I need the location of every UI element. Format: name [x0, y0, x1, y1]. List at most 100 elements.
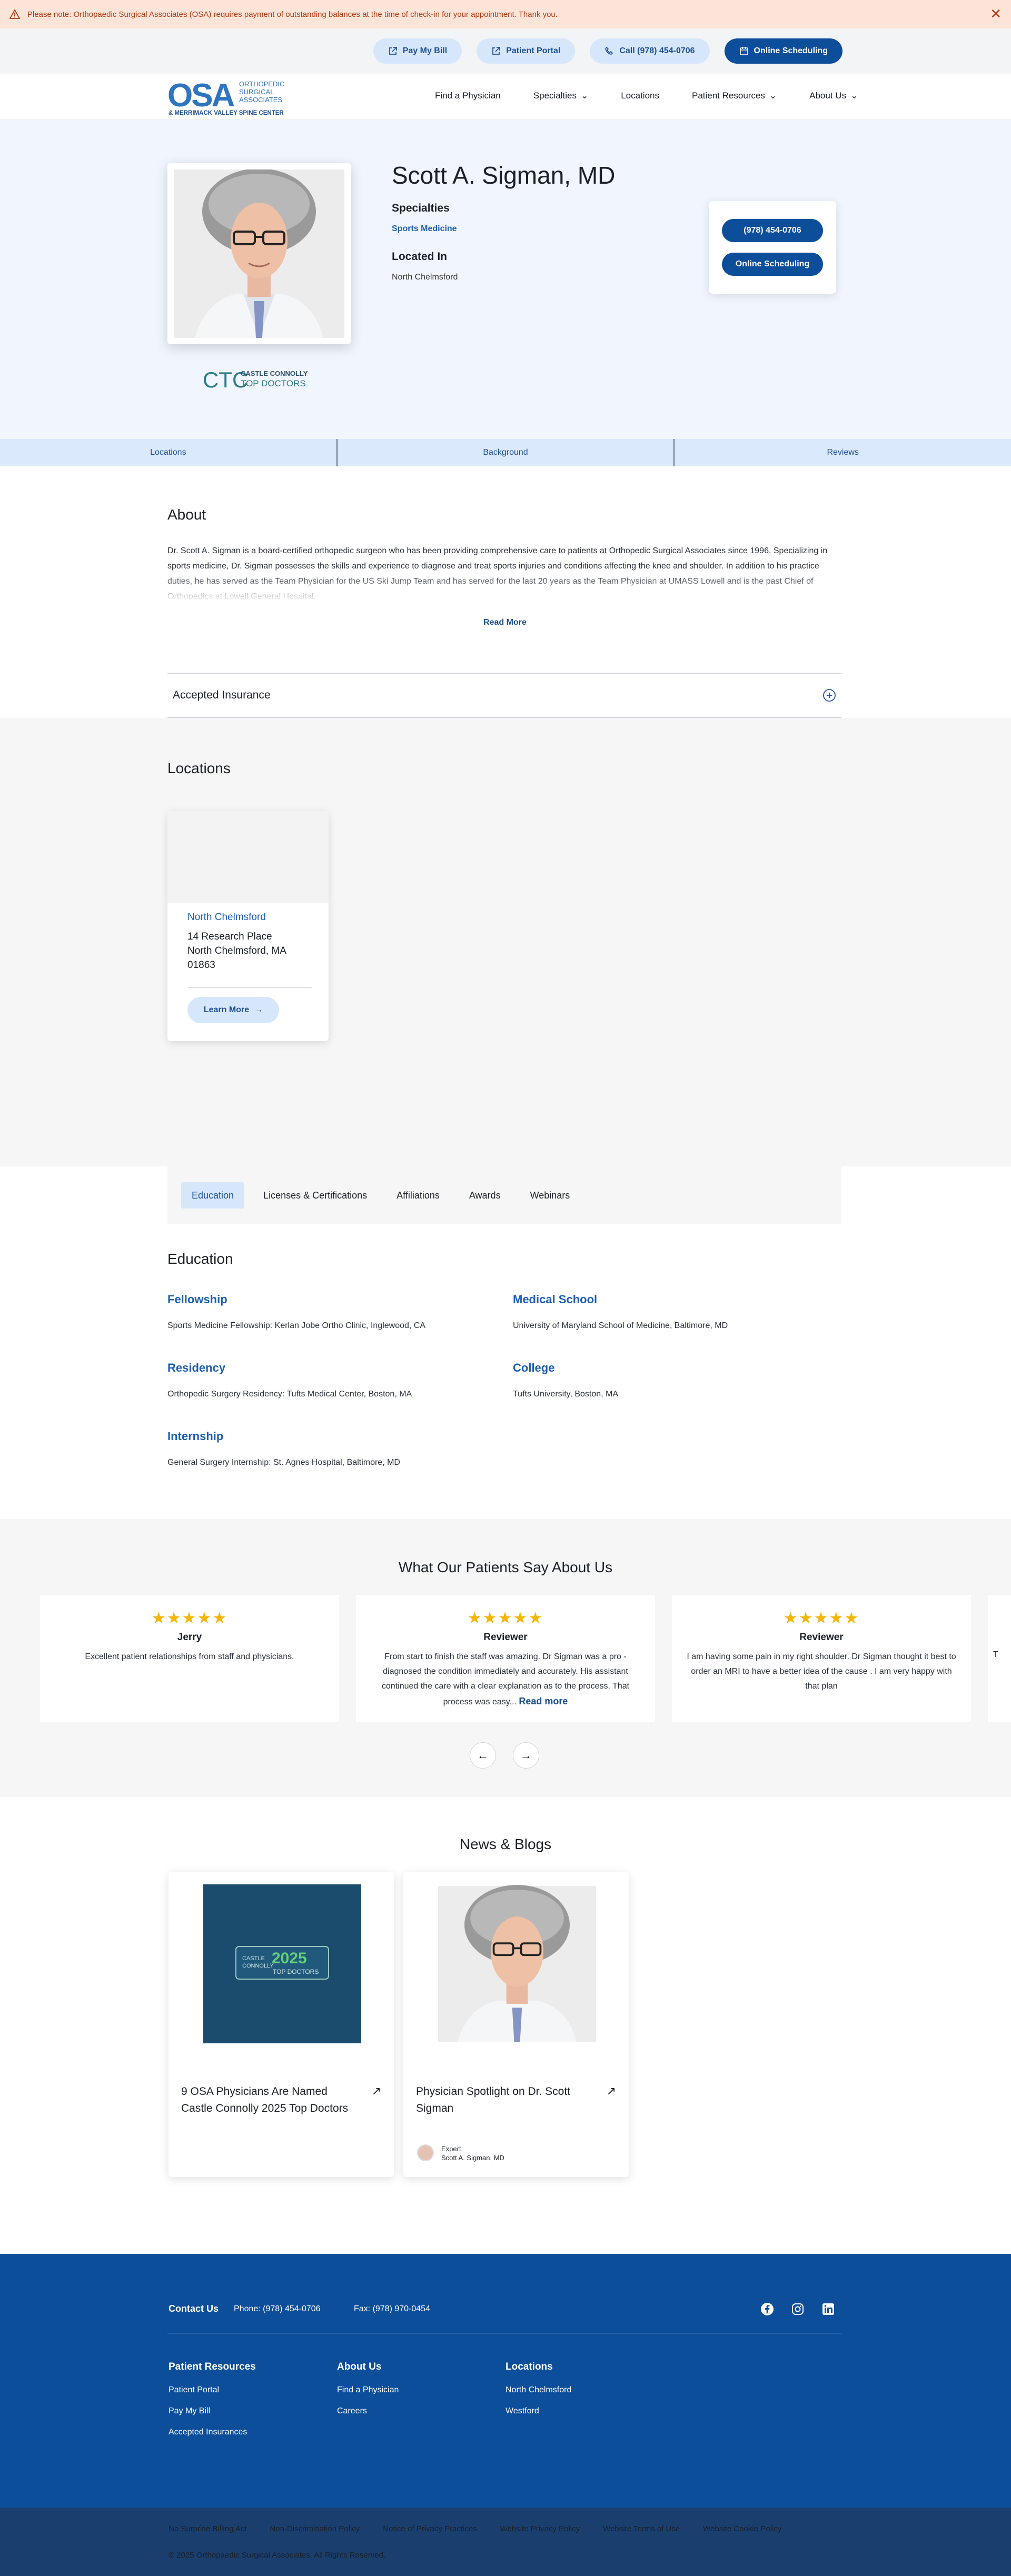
tab-background[interactable]: Background [338, 439, 675, 466]
tab-licenses[interactable]: Licenses & Certifications [253, 1182, 378, 1209]
located-in-label: Located In [392, 251, 448, 263]
read-more-link[interactable]: Read More [483, 618, 527, 627]
legal-link[interactable]: Non-Discrimination Policy [270, 2524, 360, 2533]
external-link-icon [492, 47, 501, 55]
footer-link-patient-portal[interactable]: Patient Portal [168, 2385, 219, 2395]
review-card-partial: T [988, 1595, 1011, 1722]
reviews-title: What Our Patients Say About Us [398, 1559, 613, 1575]
review-card: ★★★★★ Reviewer From start to finish the … [356, 1595, 655, 1722]
arrow-left-icon: ← [477, 1749, 489, 1762]
news-image: CASTLE CONNOLLY 2025 TOP DOCTORS [203, 1884, 361, 2043]
linkedin-icon[interactable] [821, 2302, 835, 2316]
svg-text:2025: 2025 [272, 1950, 307, 1967]
tab-webinars[interactable]: Webinars [520, 1182, 581, 1209]
legal-link[interactable]: Website Terms of Use [603, 2524, 680, 2533]
medical-school-heading: Medical School [513, 1293, 598, 1306]
nav-specialties[interactable]: Specialties ⌄ [533, 91, 588, 101]
contact-card: (978) 454-0706 Online Scheduling [709, 201, 836, 294]
svg-text:CASTLE: CASTLE [242, 1955, 265, 1962]
patient-portal-button[interactable]: Patient Portal [477, 38, 576, 64]
legal-link[interactable]: No Surprise Billing Act [168, 2524, 246, 2533]
news-card[interactable]: Physician Spotlight on Dr. Scott Sigman … [403, 1872, 629, 2177]
svg-text:& MERRIMACK VALLEY SPINE CENTE: & MERRIMACK VALLEY SPINE CENTER [168, 110, 284, 116]
main-nav: Find a Physician Specialties ⌄ Locations … [435, 91, 858, 101]
locations-title: Locations [167, 760, 231, 776]
location-value: North Chelmsford [392, 273, 458, 282]
instagram-icon[interactable] [791, 2302, 805, 2316]
chevron-down-icon: ⌄ [580, 91, 589, 101]
physician-name: Scott A. Sigman, MD [392, 162, 616, 189]
chevron-down-icon: ⌄ [769, 91, 777, 101]
legal-link[interactable]: Website Privacy Policy [500, 2524, 580, 2533]
arrow-up-right-icon: ↗ [606, 2084, 616, 2098]
residency-value: Orthopedic Surgery Residency: Tufts Medi… [167, 1390, 412, 1399]
svg-text:CONNOLLY: CONNOLLY [242, 1963, 274, 1969]
carousel-prev-button[interactable]: ← [470, 1742, 496, 1769]
background-tabs: Education Licenses & Certifications Affi… [167, 1166, 841, 1224]
fellowship-heading: Fellowship [167, 1293, 227, 1306]
nav-locations[interactable]: Locations [621, 91, 659, 101]
review-read-more-link[interactable]: Read more [519, 1696, 568, 1706]
close-icon[interactable]: ✕ [990, 7, 1002, 21]
svg-text:TOP DOCTORS: TOP DOCTORS [273, 1968, 319, 1975]
pay-bill-button[interactable]: Pay My Bill [373, 38, 462, 64]
footer-link-insurances[interactable]: Accepted Insurances [168, 2428, 247, 2437]
about-fade [167, 574, 841, 602]
specialties-label: Specialties [392, 202, 450, 214]
scheduling-button[interactable]: Online Scheduling [722, 253, 823, 276]
reviewer-name: Reviewer [483, 1632, 528, 1643]
footer-link-careers[interactable]: Careers [337, 2407, 367, 2416]
castle-connolly-badge: CTC CASTLE CONNOLLY TOP DOCTORS [203, 366, 316, 393]
news-card[interactable]: CASTLE CONNOLLY 2025 TOP DOCTORS 9 OSA P… [168, 1872, 394, 2177]
online-scheduling-button[interactable]: Online Scheduling [724, 38, 843, 64]
carousel-next-button[interactable]: → [513, 1742, 539, 1769]
tab-awards[interactable]: Awards [459, 1182, 511, 1209]
fellowship-value: Sports Medicine Fellowship: Kerlan Jobe … [167, 1321, 426, 1330]
tab-locations[interactable]: Locations [0, 439, 338, 466]
location-image [167, 811, 329, 903]
nav-about-us[interactable]: About Us ⌄ [809, 91, 858, 101]
section-tabs: Locations Background Reviews [0, 439, 1011, 466]
footer-phone[interactable]: Phone: (978) 454-0706 [234, 2304, 321, 2314]
footer-link-find-physician[interactable]: Find a Physician [337, 2385, 399, 2395]
review-card: ★★★★★ Reviewer I am having some pain in … [672, 1595, 971, 1722]
tab-education[interactable]: Education [181, 1182, 245, 1209]
warning-icon [9, 9, 20, 19]
location-name: North Chelmsford [187, 912, 266, 923]
internship-value: General Surgery Internship: St. Agnes Ho… [167, 1458, 400, 1467]
footer-link-pay-bill[interactable]: Pay My Bill [168, 2407, 210, 2416]
accordion-label: Accepted Insurance [173, 689, 271, 701]
call-button[interactable]: Call (978) 454-0706 [590, 38, 710, 64]
svg-text:OSA: OSA [167, 77, 235, 114]
footer-col-heading: Locations [506, 2361, 553, 2372]
specialty-link[interactable]: Sports Medicine [392, 224, 457, 234]
footer-link-north-chelmsford[interactable]: North Chelmsford [506, 2385, 571, 2395]
facebook-icon[interactable] [760, 2302, 774, 2316]
nav-find-physician[interactable]: Find a Physician [435, 91, 501, 101]
phone-icon [605, 46, 613, 55]
legal-link[interactable]: Notice of Privacy Practices [383, 2524, 477, 2533]
phone-button[interactable]: (978) 454-0706 [722, 219, 823, 242]
nav-patient-resources[interactable]: Patient Resources ⌄ [692, 91, 777, 101]
education-title: Education [167, 1251, 233, 1267]
footer-link-westford[interactable]: Westford [506, 2407, 539, 2416]
osa-logo[interactable]: OSA ORTHOPEDIC SURGICAL ASSOCIATES & MER… [167, 77, 294, 118]
tab-affiliations[interactable]: Affiliations [386, 1182, 450, 1209]
college-value: Tufts University, Boston, MA [513, 1390, 619, 1399]
footer-bottom [0, 2508, 1011, 2576]
plus-circle-icon [823, 689, 836, 702]
chevron-down-icon: ⌄ [850, 91, 858, 101]
site-footer [0, 2254, 1011, 2508]
star-rating: ★★★★★ [783, 1610, 860, 1627]
footer-col-heading: Patient Resources [168, 2361, 256, 2372]
internship-heading: Internship [167, 1430, 224, 1443]
tab-reviews[interactable]: Reviews [675, 439, 1011, 466]
external-link-icon [389, 47, 397, 55]
reviewer-name: Reviewer [799, 1632, 844, 1643]
accepted-insurance-accordion[interactable]: Accepted Insurance [167, 673, 841, 718]
news-headline: Physician Spotlight on Dr. Scott Sigman [416, 2085, 570, 2114]
learn-more-button[interactable]: Learn More → [187, 997, 279, 1023]
reviewer-name: Jerry [177, 1632, 202, 1643]
legal-link[interactable]: Website Cookie Policy [703, 2524, 781, 2533]
avatar [417, 2144, 434, 2161]
